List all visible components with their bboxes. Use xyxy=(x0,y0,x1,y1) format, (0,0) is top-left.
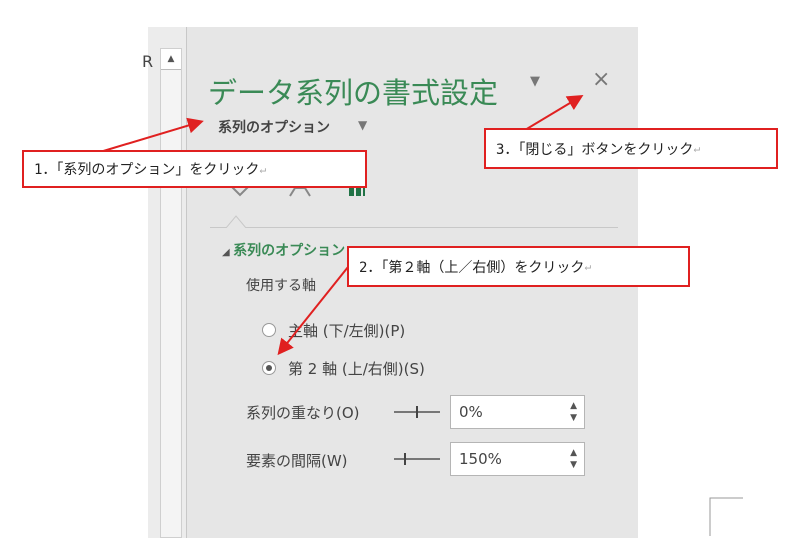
callout-step2: 2．「第２軸（上／右側）をクリック ↵ xyxy=(347,246,690,287)
arrow-step2 xyxy=(277,261,353,356)
callout-text: 1．「系列のオプション」をクリック xyxy=(34,162,260,178)
arrow-step3 xyxy=(524,94,584,131)
return-mark: ↵ xyxy=(259,162,267,176)
callout-step3: 3．「閉じる」ボタンをクリック ↵ xyxy=(484,128,778,169)
return-mark: ↵ xyxy=(584,260,592,273)
callout-text: 3．「閉じる」ボタンをクリック xyxy=(496,141,694,158)
callout-step1: 1．「系列のオプション」をクリック ↵ xyxy=(22,150,367,188)
arrow-step1 xyxy=(99,117,204,153)
callout-text: 2．「第２軸（上／右側）をクリック xyxy=(359,259,585,276)
return-mark: ↵ xyxy=(693,142,701,155)
